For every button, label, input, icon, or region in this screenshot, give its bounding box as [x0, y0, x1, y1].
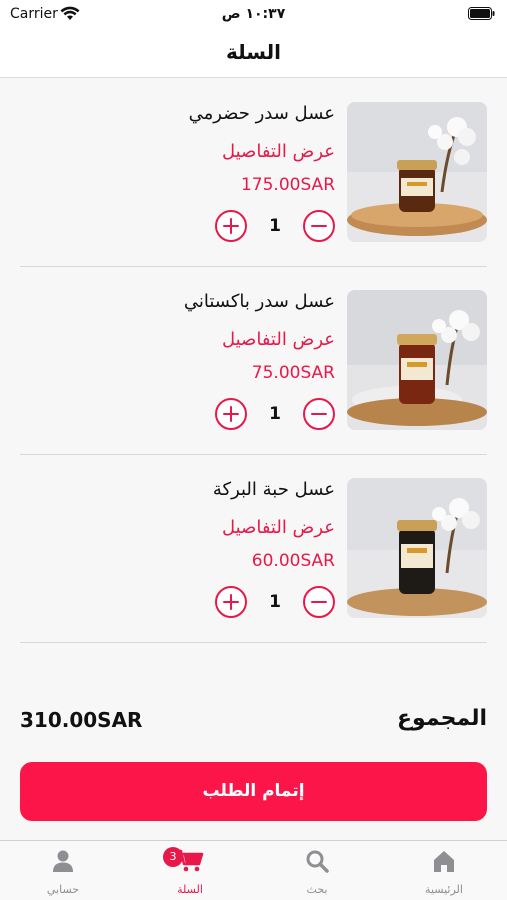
product-name: عسل سدر باكستاني [183, 291, 335, 312]
cart-count-badge: 3 [163, 847, 183, 867]
total-value: 310.00SAR [20, 708, 143, 732]
quantity-value: 1 [269, 216, 281, 236]
product-price: 175.00SAR [240, 175, 335, 195]
quantity-stepper: 1 [215, 398, 335, 432]
order-total: 310.00SAR المجموع [20, 700, 487, 740]
decrease-quantity-button[interactable] [303, 586, 335, 618]
tab-label: بحث [306, 883, 328, 896]
total-label: المجموع [397, 706, 487, 731]
search-icon [306, 850, 329, 873]
tab-home[interactable]: الرئيسية [381, 841, 507, 900]
tab-bar: الرئيسية بحث 3 السلة حسابي [0, 840, 507, 900]
view-details-link[interactable]: عرض التفاصيل [222, 517, 335, 538]
status-bar: Carrier ١٠:٣٧ ص [0, 0, 507, 30]
increase-quantity-button[interactable] [215, 586, 247, 618]
product-name: عسل سدر حضرمي [188, 103, 335, 124]
minus-icon [311, 224, 327, 227]
minus-icon [311, 600, 327, 603]
tab-cart[interactable]: 3 السلة [127, 841, 253, 900]
cart-item: عسل حبة البركة عرض التفاصيل 60.00SAR 1 [20, 455, 487, 643]
quantity-stepper: 1 [215, 210, 335, 244]
honey-jar-image [347, 102, 487, 242]
increase-quantity-button[interactable] [215, 398, 247, 430]
battery-icon [468, 7, 495, 20]
decrease-quantity-button[interactable] [303, 210, 335, 242]
cart-item: عسل سدر باكستاني عرض التفاصيل 75.00SAR 1 [20, 267, 487, 455]
product-price: 75.00SAR [251, 363, 335, 383]
view-details-link[interactable]: عرض التفاصيل [222, 141, 335, 162]
product-name: عسل حبة البركة [212, 479, 335, 500]
product-image[interactable] [347, 290, 487, 430]
tab-label: الرئيسية [425, 883, 463, 896]
status-time: ١٠:٣٧ ص [221, 6, 286, 22]
increase-quantity-button[interactable] [215, 210, 247, 242]
person-icon [53, 850, 73, 872]
quantity-value: 1 [269, 404, 281, 424]
quantity-value: 1 [269, 592, 281, 612]
product-price: 60.00SAR [251, 551, 335, 571]
navigation-bar: السلة [0, 30, 507, 78]
decrease-quantity-button[interactable] [303, 398, 335, 430]
product-image[interactable] [347, 102, 487, 242]
tab-account[interactable]: حسابي [0, 841, 126, 900]
minus-icon [311, 412, 327, 415]
product-image[interactable] [347, 478, 487, 618]
honey-jar-image [347, 290, 487, 430]
checkout-button[interactable]: إتمام الطلب [20, 762, 487, 821]
honey-jar-image [347, 478, 487, 618]
cart-list: عسل سدر حضرمي عرض التفاصيل 175.00SAR 1 ع… [20, 79, 487, 643]
tab-search[interactable]: بحث [254, 841, 380, 900]
page-title: السلة [225, 40, 281, 64]
tab-label: السلة [177, 883, 203, 896]
tab-label: حسابي [46, 883, 80, 896]
home-icon [434, 851, 454, 872]
cart-item: عسل سدر حضرمي عرض التفاصيل 175.00SAR 1 [20, 79, 487, 267]
quantity-stepper: 1 [215, 586, 335, 620]
view-details-link[interactable]: عرض التفاصيل [222, 329, 335, 350]
